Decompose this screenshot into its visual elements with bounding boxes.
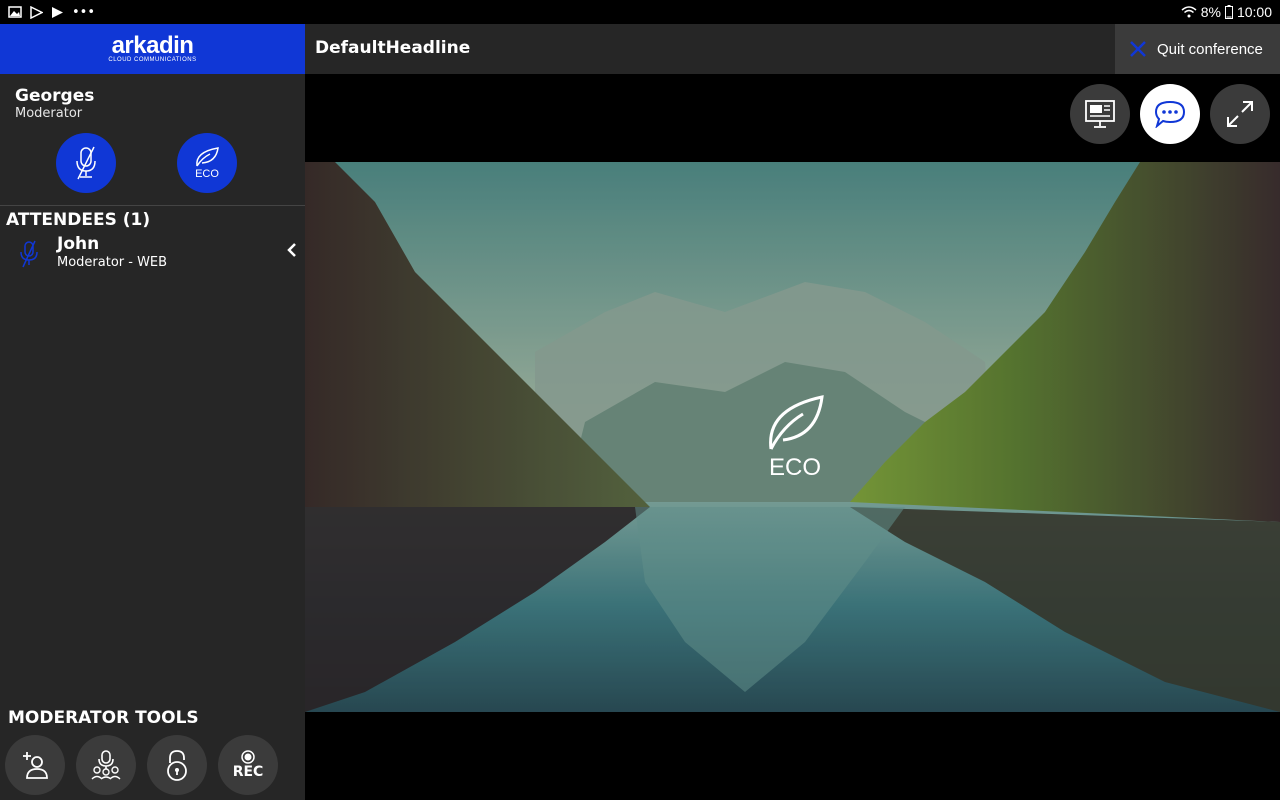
screen-share-icon <box>1085 100 1115 128</box>
attendee-role: Moderator - WEB <box>57 255 168 270</box>
record-label: REC <box>232 764 264 780</box>
attendee-name: John <box>57 234 100 254</box>
quit-conference-button[interactable]: Quit conference <box>1115 24 1280 74</box>
user-name: Georges <box>15 86 95 106</box>
record-icon <box>241 750 255 764</box>
lock-conference-button[interactable] <box>147 735 207 795</box>
chat-button[interactable] <box>1140 84 1200 144</box>
mic-muted-icon <box>76 146 96 180</box>
logo-subtitle: CLOUD COMMUNICATIONS <box>108 57 197 63</box>
leaf-icon <box>196 147 219 167</box>
attendee-row[interactable]: John Moderator - WEB <box>0 234 305 276</box>
wifi-icon <box>1181 6 1197 18</box>
status-bar: ••• 8% 10:00 <box>0 0 1280 24</box>
quit-conference-label: Quit conference <box>1157 40 1263 58</box>
leaf-icon <box>769 395 824 450</box>
user-role: Moderator <box>15 106 83 121</box>
share-screen-button[interactable] <box>1070 84 1130 144</box>
attendee-mic-muted-icon <box>20 240 38 268</box>
more-notifications-icon: ••• <box>72 4 96 20</box>
video-stage: ECO <box>305 162 1280 712</box>
fullscreen-button[interactable] <box>1210 84 1270 144</box>
chevron-left-icon[interactable] <box>287 242 297 258</box>
eco-mode-label: ECO <box>768 454 821 481</box>
system-status: 8% 10:00 <box>1181 4 1272 20</box>
add-attendee-button[interactable] <box>5 735 65 795</box>
conference-header: DefaultHeadline Quit conference <box>305 24 1280 74</box>
eco-mode-indicator: ECO <box>760 394 830 482</box>
expand-icon <box>1227 101 1253 127</box>
current-user: Georges Moderator <box>0 74 305 128</box>
battery-icon <box>1224 5 1233 19</box>
play-icon <box>52 6 63 18</box>
moderator-tools-title: MODERATOR TOOLS <box>8 708 199 728</box>
attendees-mic-icon <box>91 750 121 780</box>
clock: 10:00 <box>1236 4 1272 20</box>
play-store-icon <box>30 5 43 19</box>
user-controls: ECO <box>0 128 305 206</box>
close-icon <box>1130 41 1146 57</box>
chat-icon <box>1154 100 1186 128</box>
page-title: DefaultHeadline <box>315 38 471 58</box>
record-button[interactable]: REC <box>218 735 278 795</box>
attendees-title: ATTENDEES (1) <box>6 210 151 230</box>
brand-logo: arkadin CLOUD COMMUNICATIONS <box>0 24 305 74</box>
logo-word: arkadin <box>111 32 194 59</box>
image-icon <box>8 6 22 18</box>
add-user-icon <box>23 752 48 779</box>
sidebar: arkadin CLOUD COMMUNICATIONS Georges Mod… <box>0 24 305 800</box>
unlock-icon <box>167 750 187 781</box>
eco-button-label: ECO <box>195 168 219 180</box>
eco-mode-button[interactable]: ECO <box>177 133 237 193</box>
mute-button[interactable] <box>56 133 116 193</box>
battery-percent: 8% <box>1200 4 1221 20</box>
manage-attendees-button[interactable] <box>76 735 136 795</box>
notification-icons: ••• <box>8 5 95 20</box>
